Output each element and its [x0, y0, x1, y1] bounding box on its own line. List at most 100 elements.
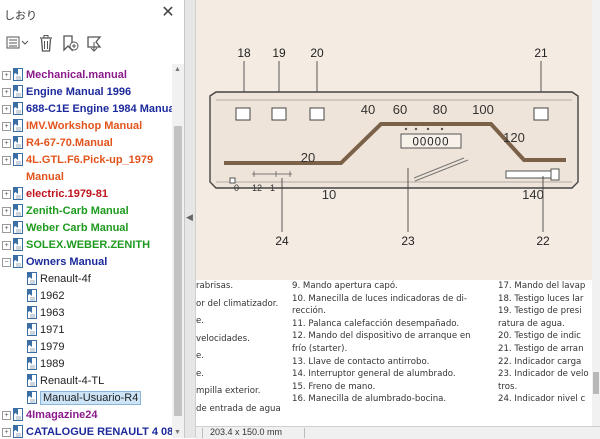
legend-entry: 14. Interruptor general de alumbrado. — [292, 369, 456, 380]
bookmark-child-item[interactable]: Manual-Usuario-R4 — [0, 390, 172, 407]
bookmark-item[interactable]: + CATALOGUE RENAULT 4 08-13 — [0, 424, 172, 438]
collapse-toggle-icon[interactable]: − — [2, 258, 11, 267]
bookmark-icon — [13, 119, 23, 132]
bookmark-item[interactable]: +688-C1E Engine 1984 Manual — [0, 101, 172, 118]
bookmark-label: 1971 — [40, 324, 65, 336]
bookmark-child-item[interactable]: Renault-4f — [0, 271, 172, 288]
new-bookmark-button[interactable] — [58, 32, 82, 54]
bookmarks-scrollbar-thumb[interactable] — [174, 126, 182, 416]
bookmark-child-item[interactable]: 1962 — [0, 288, 172, 305]
expand-toggle-icon[interactable]: + — [2, 156, 11, 165]
bookmark-icon — [13, 187, 23, 200]
bookmark-label: Renault-4f — [40, 273, 91, 285]
expand-toggle-icon[interactable]: + — [2, 71, 11, 80]
fuel-scale-0: 0 — [234, 183, 239, 193]
bookmark-label: 1962 — [40, 290, 65, 302]
legend-entry: e. — [196, 368, 205, 379]
legend-entry: 13. Llave de contacto antirrobo. — [292, 356, 430, 367]
bookmark-icon — [13, 153, 23, 166]
bookmark-child-item[interactable]: 1971 — [0, 322, 172, 339]
bookmark-label: R4-67-70.Manual — [26, 137, 113, 149]
legend-entry: e. — [196, 351, 205, 361]
speed-40: 40 — [361, 102, 375, 117]
bookmark-child-item[interactable]: 1979 — [0, 339, 172, 356]
legend-entry: ratura de agua. — [498, 318, 565, 329]
callout-19: 19 — [272, 46, 286, 60]
bookmark-child-item[interactable]: 1989 — [0, 356, 172, 373]
bookmark-item[interactable]: +4L.GTL.F6.Pick-up_1979 — [0, 152, 172, 169]
close-icon[interactable]: ✕ — [160, 5, 176, 21]
bookmark-label: SOLEX.WEBER.ZENITH — [26, 239, 151, 251]
document-scrollbar-thumb[interactable] — [593, 372, 599, 394]
bookmark-label: 1989 — [40, 358, 65, 370]
callout-21: 21 — [534, 46, 548, 60]
bookmark-item[interactable]: Manual — [0, 169, 172, 186]
bookmark-label: Owners Manual — [26, 256, 108, 268]
expand-toggle-icon[interactable]: + — [2, 139, 11, 148]
speed-120: 120 — [503, 130, 525, 145]
document-scrollbar[interactable] — [592, 0, 600, 426]
speed-10: 10 — [322, 187, 336, 202]
bookmark-item[interactable]: + electric.1979-81 — [0, 186, 172, 203]
bookmark-child-item[interactable]: Renault-4-TL — [0, 373, 172, 390]
collapse-panel-icon[interactable]: ◀ — [186, 212, 193, 223]
bookmark-item[interactable]: + SOLEX.WEBER.ZENITH — [0, 237, 172, 254]
status-separator — [304, 428, 305, 438]
bookmark-item[interactable]: + R4-67-70.Manual — [0, 135, 172, 152]
bookmark-item[interactable]: + Zenith-Carb Manual — [0, 203, 172, 220]
bookmarks-scrollbar[interactable]: ▲ ▼ — [172, 64, 184, 438]
options-menu-button[interactable] — [4, 32, 32, 54]
expand-toggle-icon[interactable]: + — [2, 224, 11, 233]
speed-140: 140 — [522, 187, 544, 202]
bookmark-item[interactable]: + Mechanical.manual — [0, 67, 172, 84]
callout-24: 24 — [275, 234, 289, 248]
bookmarks-panel: しおり ✕ + Mechanical.manual + Engine Manua… — [0, 0, 185, 438]
scroll-down-arrow-icon[interactable]: ▼ — [174, 429, 181, 436]
bookmark-child-item[interactable]: 1963 — [0, 305, 172, 322]
expand-toggle-icon[interactable]: + — [2, 207, 11, 216]
callout-23: 23 — [401, 234, 415, 248]
bookmarks-toolbar — [0, 30, 184, 58]
bookmark-item[interactable]: +4Imagazine24 — [0, 407, 172, 424]
bookmark-item[interactable]: + Engine Manual 1996 — [0, 84, 172, 101]
bookmark-icon — [13, 255, 23, 268]
bookmark-icon — [13, 68, 23, 81]
fuel-scale-full: 1 — [270, 183, 275, 193]
expand-toggle-icon[interactable]: + — [2, 428, 11, 437]
bookmark-item[interactable]: + Weber Carb Manual — [0, 220, 172, 237]
expand-toggle-icon[interactable]: + — [2, 190, 11, 199]
bookmark-expand-icon — [87, 36, 102, 52]
delete-bookmark-button[interactable] — [34, 32, 58, 54]
callout-22: 22 — [536, 234, 550, 248]
expand-toggle-icon[interactable]: + — [2, 88, 11, 97]
bookmark-icon — [27, 340, 37, 353]
legend-entry: 16. Manecilla de alumbrado-bocina. — [292, 394, 447, 405]
dashboard-diagram: 18 19 20 21 40 60 80 100 120 20 10 140 0… — [196, 0, 592, 280]
speed-60: 60 — [393, 102, 407, 117]
expand-bookmark-button[interactable] — [82, 32, 106, 54]
bookmark-item[interactable]: − Owners Manual — [0, 254, 172, 271]
expand-toggle-icon[interactable]: + — [2, 411, 11, 420]
status-bar: 203.4 x 150.0 mm — [196, 426, 600, 439]
bookmark-icon — [13, 204, 23, 217]
bookmark-icon — [27, 272, 37, 285]
expand-toggle-icon[interactable]: + — [2, 122, 11, 131]
bookmark-icon — [27, 374, 37, 387]
legend-entry: e. — [196, 316, 205, 326]
fuel-scale-half: 12 — [252, 183, 262, 193]
callout-20: 20 — [310, 46, 324, 60]
panel-splitter[interactable]: ◀ — [185, 0, 196, 438]
bookmark-label: 1979 — [40, 341, 65, 353]
bookmark-label: Renault-4-TL — [40, 375, 105, 387]
bookmark-add-icon — [63, 35, 79, 52]
legend-entry: 20. Testigo de indic — [498, 331, 582, 342]
bookmark-item[interactable]: + IMV.Workshop Manual — [0, 118, 172, 135]
scroll-up-arrow-icon[interactable]: ▲ — [174, 66, 181, 73]
expand-toggle-icon[interactable]: + — [2, 241, 11, 250]
bookmark-label: CATALOGUE RENAULT 4 08-13 — [26, 426, 172, 438]
bookmark-label: electric.1979-81 — [26, 188, 108, 200]
bookmark-icon — [27, 323, 37, 336]
expand-toggle-icon[interactable]: + — [2, 105, 11, 114]
legend-entry: rección. — [292, 306, 326, 317]
bookmark-label: 4Imagazine24 — [26, 409, 98, 421]
